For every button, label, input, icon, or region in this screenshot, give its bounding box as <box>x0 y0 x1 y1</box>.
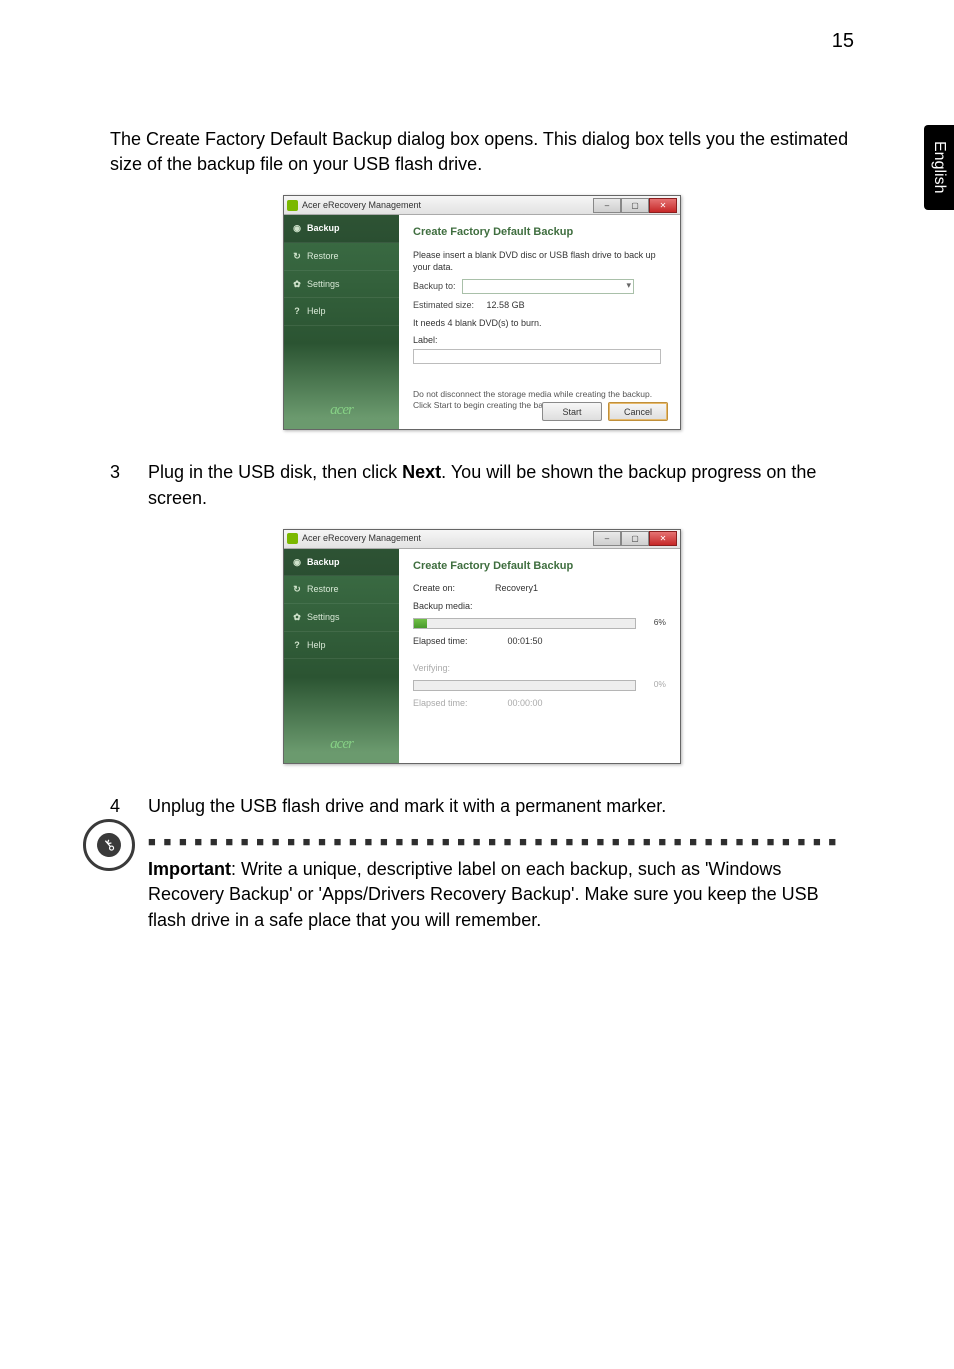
gear-icon: ✿ <box>292 279 302 289</box>
verify-progress-pct: 0% <box>642 679 666 691</box>
sidebar-item-restore[interactable]: ↻ Restore <box>284 576 399 604</box>
sidebar-label: Help <box>307 305 326 318</box>
dialog-create-backup-2: Acer eRecovery Management – ▢ ✕ ◉ Backup… <box>283 529 681 764</box>
app-icon <box>287 200 298 211</box>
step4-text: Unplug the USB flash drive and mark it w… <box>148 796 666 816</box>
verify-elapsed-label: Elapsed time: <box>413 697 468 710</box>
callout-bold: Important <box>148 859 231 879</box>
sidebar-label: Restore <box>307 250 339 263</box>
sidebar-label: Settings <box>307 611 340 624</box>
elapsed-value: 00:01:50 <box>508 635 543 648</box>
verifying-label: Verifying: <box>413 662 666 675</box>
window-title: Acer eRecovery Management <box>302 532 593 545</box>
backup-to-label: Backup to: <box>413 281 456 291</box>
sidebar-label: Backup <box>307 556 340 569</box>
instruction-text: Please insert a blank DVD disc or USB fl… <box>413 249 666 274</box>
app-icon <box>287 533 298 544</box>
panel-title: Create Factory Default Backup <box>413 225 666 240</box>
step3-bold: Next <box>402 462 441 482</box>
close-button[interactable]: ✕ <box>649 198 677 213</box>
step3-text-before: Plug in the USB disk, then click <box>148 462 402 482</box>
create-on-label: Create on: <box>413 582 455 595</box>
estimated-size-label: Estimated size: <box>413 300 474 310</box>
callout-icon: ⚷ <box>83 819 135 871</box>
disc-icon: ◉ <box>292 557 302 567</box>
dialog-create-backup-1: Acer eRecovery Management – ▢ ✕ ◉ Backup… <box>283 195 681 430</box>
sidebar-item-backup[interactable]: ◉ Backup <box>284 549 399 577</box>
key-icon: ⚷ <box>92 828 126 862</box>
cancel-button[interactable]: Cancel <box>608 402 668 421</box>
dialog-panel: Create Factory Default Backup Please ins… <box>399 215 680 429</box>
sidebar-item-settings[interactable]: ✿ Settings <box>284 604 399 632</box>
verify-elapsed-value: 00:00:00 <box>508 697 543 710</box>
sidebar-label: Settings <box>307 278 340 291</box>
maximize-button[interactable]: ▢ <box>621 198 649 213</box>
backup-media-label: Backup media: <box>413 600 666 613</box>
intro-paragraph: The Create Factory Default Backup dialog… <box>110 127 854 177</box>
sidebar-label: Help <box>307 639 326 652</box>
callout-text: : Write a unique, descriptive label on e… <box>148 859 819 929</box>
gear-icon: ✿ <box>292 612 302 622</box>
start-button[interactable]: Start <box>542 402 602 421</box>
step-4: 4 Unplug the USB flash drive and mark it… <box>110 794 854 947</box>
titlebar: Acer eRecovery Management – ▢ ✕ <box>284 196 680 215</box>
close-button[interactable]: ✕ <box>649 531 677 546</box>
language-tab: English <box>924 125 954 210</box>
create-on-value: Recovery1 <box>495 582 538 595</box>
help-icon: ? <box>292 640 302 650</box>
elapsed-label: Elapsed time: <box>413 635 468 648</box>
dialog-sidebar: ◉ Backup ↻ Restore ✿ Settings ? Help <box>284 215 399 429</box>
verify-progress-bar <box>413 680 636 691</box>
dvd-needed-text: It needs 4 blank DVD(s) to burn. <box>413 317 666 330</box>
callout-divider: ■ ■ ■ ■ ■ ■ ■ ■ ■ ■ ■ ■ ■ ■ ■ ■ ■ ■ ■ ■ … <box>148 833 854 851</box>
sidebar-item-backup[interactable]: ◉ Backup <box>284 215 399 243</box>
help-icon: ? <box>292 306 302 316</box>
backup-to-dropdown[interactable] <box>462 279 634 294</box>
backup-progress-bar <box>413 618 636 629</box>
progress-fill <box>414 619 427 628</box>
estimated-size-value: 12.58 GB <box>487 300 525 310</box>
maximize-button[interactable]: ▢ <box>621 531 649 546</box>
label-input[interactable] <box>413 349 661 364</box>
panel-title: Create Factory Default Backup <box>413 559 666 574</box>
brand-logo: acer <box>284 394 399 429</box>
page-number: 15 <box>0 0 954 63</box>
restore-icon: ↻ <box>292 585 302 595</box>
hint-disconnect: Do not disconnect the storage media whil… <box>413 389 666 400</box>
disc-icon: ◉ <box>292 224 302 234</box>
sidebar-label: Backup <box>307 222 340 235</box>
important-callout: ⚷ ■ ■ ■ ■ ■ ■ ■ ■ ■ ■ ■ ■ ■ ■ ■ ■ ■ ■ ■ … <box>148 833 854 933</box>
titlebar: Acer eRecovery Management – ▢ ✕ <box>284 530 680 549</box>
window-title: Acer eRecovery Management <box>302 199 593 212</box>
page-content: The Create Factory Default Backup dialog… <box>0 63 954 987</box>
backup-progress-pct: 6% <box>642 617 666 629</box>
step-3: 3 Plug in the USB disk, then click Next.… <box>110 460 854 510</box>
sidebar-item-help[interactable]: ? Help <box>284 298 399 326</box>
dialog-sidebar: ◉ Backup ↻ Restore ✿ Settings ? Help <box>284 549 399 763</box>
restore-icon: ↻ <box>292 251 302 261</box>
dialog-panel: Create Factory Default Backup Create on:… <box>399 549 680 763</box>
label-field-label: Label: <box>413 334 666 347</box>
brand-logo: acer <box>284 728 399 763</box>
minimize-button[interactable]: – <box>593 198 621 213</box>
sidebar-item-help[interactable]: ? Help <box>284 632 399 660</box>
sidebar-label: Restore <box>307 583 339 596</box>
step-number: 3 <box>110 460 120 510</box>
sidebar-item-restore[interactable]: ↻ Restore <box>284 243 399 271</box>
sidebar-item-settings[interactable]: ✿ Settings <box>284 271 399 299</box>
minimize-button[interactable]: – <box>593 531 621 546</box>
